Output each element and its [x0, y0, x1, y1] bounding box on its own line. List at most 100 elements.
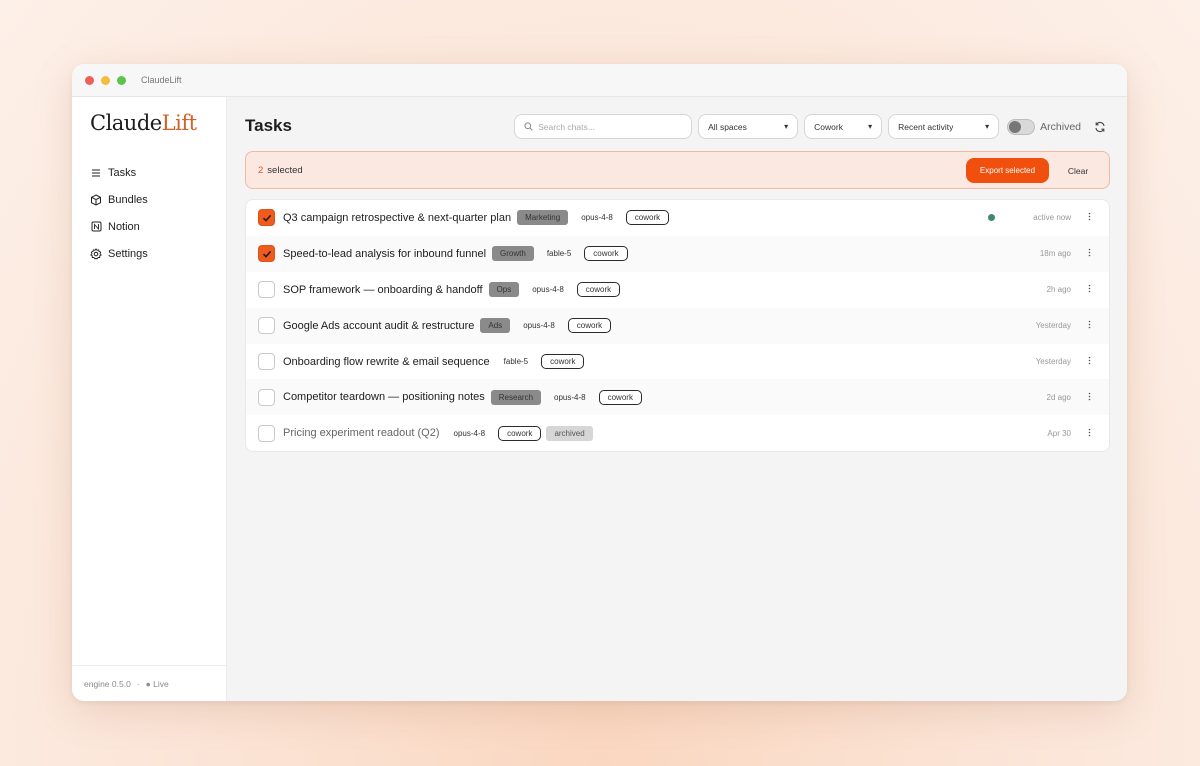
task-row[interactable]: Google Ads account audit & restructure Ad… [246, 307, 1109, 344]
sidebar-item-tasks[interactable]: Tasks [90, 159, 148, 186]
mode-tag: cowork [625, 210, 670, 226]
more-options-icon[interactable] [1085, 248, 1093, 259]
task-row[interactable]: Onboarding flow rewrite & email sequence… [246, 344, 1109, 380]
more-options-icon[interactable] [1085, 284, 1093, 295]
logo-accent-text: Lift [161, 111, 197, 135]
app-window: ClaudeLift ClaudeLift Tasks Bundles Noti… [72, 64, 1127, 701]
mode-tag: cowork [598, 389, 642, 405]
list-icon [90, 167, 102, 179]
task-checkbox[interactable] [258, 281, 275, 299]
task-checkbox[interactable] [258, 424, 275, 442]
sort-select[interactable]: Recent activity ▾ [888, 114, 1000, 139]
clear-selection-button[interactable]: Clear [1058, 158, 1098, 183]
search-icon [524, 118, 533, 136]
model-tag: opus-4-8 [532, 285, 564, 295]
refresh-icon[interactable] [1093, 120, 1107, 134]
more-options-icon[interactable] [1085, 356, 1093, 367]
task-row[interactable]: SOP framework — onboarding & handoff Ops o… [246, 272, 1109, 308]
category-tag: Ops [488, 282, 520, 298]
sidebar-item-notion[interactable]: Notion [90, 213, 148, 240]
selection-bar: 2 selected Export selected Clear [245, 151, 1110, 189]
checkmark-icon [262, 214, 271, 222]
sort-select-value: Recent activity [898, 121, 954, 132]
task-checkbox[interactable] [258, 245, 275, 263]
mode-tag: cowork [567, 318, 612, 334]
archived-label: Archived [1040, 120, 1081, 133]
notion-icon [90, 221, 102, 233]
live-status: ● Live [145, 678, 169, 689]
task-list: Q3 campaign retrospective & next-quarter… [245, 199, 1110, 453]
task-row[interactable]: Pricing experiment readout (Q2) opus-4-8 c… [246, 415, 1109, 451]
sidebar-item-settings[interactable]: Settings [90, 240, 148, 267]
more-options-icon[interactable] [1085, 392, 1093, 403]
task-title: Speed-to-lead analysis for inbound funne… [283, 247, 487, 260]
task-checkbox[interactable] [258, 353, 275, 370]
gear-icon [90, 247, 102, 260]
task-row[interactable]: Competitor teardown — positioning notes R… [246, 379, 1109, 416]
mode-select[interactable]: Cowork ▾ [804, 114, 883, 139]
task-row[interactable]: Speed-to-lead analysis for inbound funne… [246, 235, 1109, 272]
footer-separator: · [136, 678, 140, 689]
model-tag: opus-4-8 [554, 392, 586, 402]
task-title: Google Ads account audit & restructure [283, 319, 475, 332]
task-timestamp: active now [1033, 213, 1071, 223]
sidebar-item-label: Tasks [108, 166, 137, 179]
model-tag: fable-5 [546, 249, 572, 259]
maximize-window-button[interactable] [117, 75, 126, 85]
model-tag: opus-4-8 [581, 213, 613, 223]
task-title: Onboarding flow rewrite & email sequence [283, 355, 490, 368]
mode-tag: cowork [576, 282, 621, 298]
task-title: Q3 campaign retrospective & next-quarter… [283, 211, 512, 224]
task-timestamp: Yesterday [1035, 321, 1071, 331]
toggle-knob [1009, 120, 1022, 133]
mode-tag: cowork [584, 246, 628, 262]
task-checkbox[interactable] [258, 388, 275, 406]
engine-version: engine 0.5.0 [84, 678, 131, 689]
close-window-button[interactable] [85, 75, 94, 85]
more-options-icon[interactable] [1085, 428, 1093, 439]
app-logo: ClaudeLift [90, 111, 197, 135]
archived-toggle-group: Archived [1007, 118, 1081, 135]
archived-toggle[interactable] [1007, 118, 1036, 135]
sidebar-item-label: Bundles [108, 193, 148, 206]
more-options-icon[interactable] [1085, 320, 1093, 331]
more-options-icon[interactable] [1085, 212, 1093, 223]
search-input[interactable] [538, 121, 679, 132]
task-title: SOP framework — onboarding & handoff [283, 283, 483, 296]
task-timestamp: 18m ago [1039, 249, 1071, 259]
category-tag: Growth [492, 246, 534, 262]
box-icon [90, 193, 102, 206]
sidebar-footer: engine 0.5.0 · ● Live [72, 665, 226, 701]
task-timestamp: 2d ago [1046, 392, 1071, 402]
active-status-dot [988, 214, 995, 221]
archived-tag: archived [546, 425, 593, 441]
minimize-window-button[interactable] [101, 75, 110, 85]
category-tag: Ads [480, 318, 511, 334]
task-timestamp: Yesterday [1035, 357, 1071, 366]
model-tag: fable-5 [503, 357, 529, 366]
category-tag: Research [490, 389, 542, 405]
mode-tag: cowork [498, 425, 542, 441]
selected-count: 2 [258, 164, 264, 176]
page-title: Tasks [245, 116, 292, 135]
sidebar-nav: Tasks Bundles Notion Settings [90, 159, 148, 267]
space-select[interactable]: All spaces ▾ [698, 114, 799, 139]
task-checkbox[interactable] [258, 209, 275, 227]
space-select-value: All spaces [708, 121, 747, 132]
task-title: Pricing experiment readout (Q2) [283, 427, 440, 440]
task-timestamp: 2h ago [1046, 285, 1071, 295]
search-box[interactable] [514, 114, 693, 139]
model-tag: opus-4-8 [453, 428, 486, 438]
model-tag: opus-4-8 [523, 321, 555, 331]
window-title: ClaudeLift [141, 75, 182, 85]
checkmark-icon [262, 250, 271, 258]
task-checkbox[interactable] [258, 317, 275, 335]
selected-label: selected [267, 164, 303, 176]
sidebar-item-label: Notion [108, 220, 140, 233]
title-bar: ClaudeLift [72, 64, 1127, 97]
task-row[interactable]: Q3 campaign retrospective & next-quarter… [246, 200, 1109, 236]
mode-tag: cowork [541, 354, 585, 369]
export-selected-button[interactable]: Export selected [966, 158, 1049, 183]
chevron-down-icon: ▾ [868, 122, 873, 131]
sidebar-item-bundles[interactable]: Bundles [90, 186, 148, 213]
